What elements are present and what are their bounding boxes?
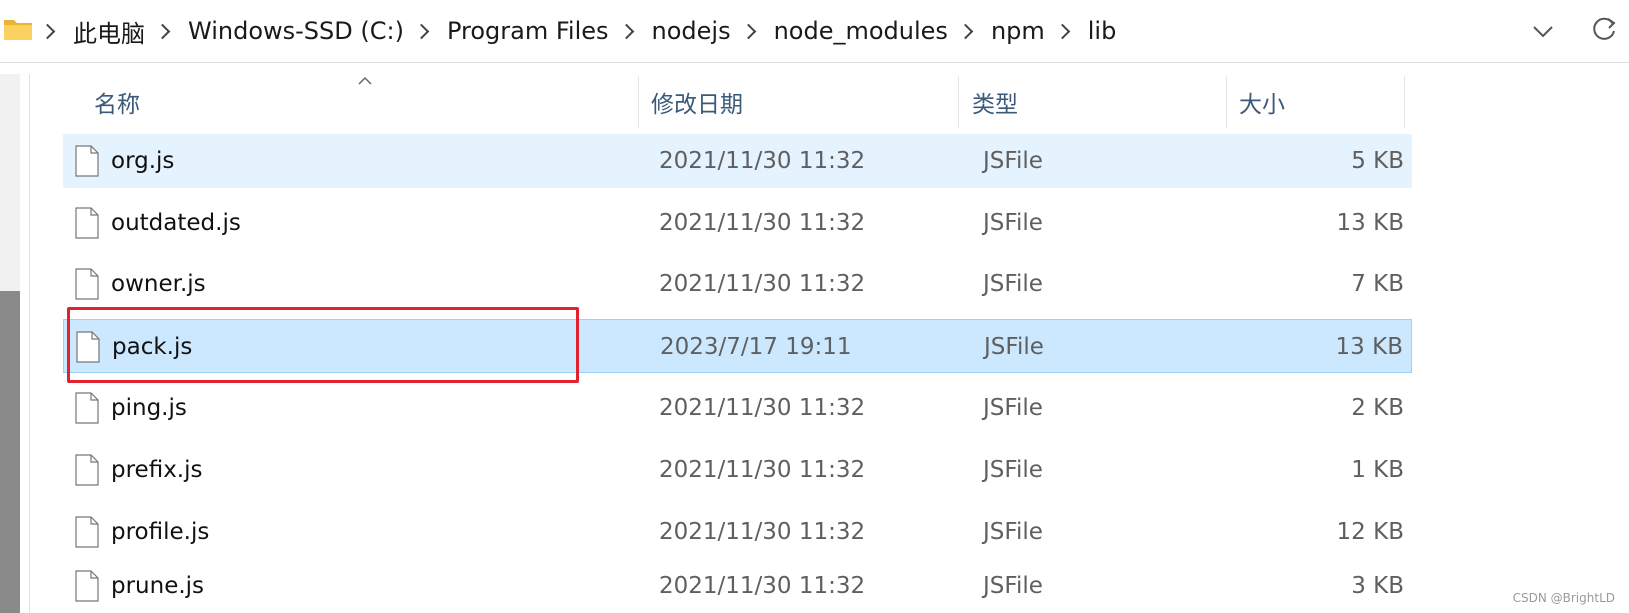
file-date: 2021/11/30 11:32 xyxy=(659,210,866,236)
file-icon xyxy=(75,454,99,486)
file-row-prune-js[interactable]: prune.js 2021/11/30 11:32 JSFile 3 KB xyxy=(63,559,1412,613)
breadcrumb-node-modules[interactable]: node_modules xyxy=(774,17,948,45)
file-row-outdated-js[interactable]: outdated.js 2021/11/30 11:32 JSFile 13 K… xyxy=(63,196,1412,250)
chevron-right-icon[interactable] xyxy=(618,23,634,39)
file-name: owner.js xyxy=(111,271,206,297)
column-resize-handle[interactable] xyxy=(1226,76,1227,128)
file-name: profile.js xyxy=(111,519,210,545)
file-type: JSFile xyxy=(983,148,1043,174)
column-header-size[interactable]: 大小 xyxy=(1239,76,1399,128)
chevron-right-icon[interactable] xyxy=(1054,23,1071,39)
file-date: 2021/11/30 11:32 xyxy=(659,573,866,599)
breadcrumb-lib[interactable]: lib xyxy=(1088,17,1117,45)
column-resize-handle[interactable] xyxy=(638,76,639,128)
annotation-highlight-box xyxy=(67,307,579,383)
file-name: prefix.js xyxy=(111,457,203,483)
column-header-date-label: 修改日期 xyxy=(651,92,743,118)
file-size: 13 KB xyxy=(1336,210,1404,236)
file-date: 2021/11/30 11:32 xyxy=(659,519,866,545)
breadcrumb-npm[interactable]: npm xyxy=(991,17,1045,45)
column-header-type-label: 类型 xyxy=(972,92,1018,118)
breadcrumb-this-pc[interactable]: 此电脑 xyxy=(73,14,145,49)
file-date: 2021/11/30 11:32 xyxy=(659,271,866,297)
file-icon xyxy=(75,268,99,300)
file-date: 2023/7/17 19:11 xyxy=(660,334,852,360)
file-name: outdated.js xyxy=(111,210,241,236)
file-icon xyxy=(75,207,99,239)
file-name: ping.js xyxy=(111,395,187,421)
file-icon xyxy=(75,145,99,177)
file-date: 2021/11/30 11:32 xyxy=(659,395,866,421)
file-size: 3 KB xyxy=(1351,573,1404,599)
file-size: 2 KB xyxy=(1351,395,1404,421)
chevron-down-icon[interactable] xyxy=(1530,18,1556,44)
file-type: JSFile xyxy=(983,210,1043,236)
breadcrumb-program-files[interactable]: Program Files xyxy=(447,17,609,45)
file-date: 2021/11/30 11:32 xyxy=(659,148,866,174)
file-size: 12 KB xyxy=(1336,519,1404,545)
chevron-right-icon[interactable] xyxy=(957,23,974,39)
file-row-ping-js[interactable]: ping.js 2021/11/30 11:32 JSFile 2 KB xyxy=(63,381,1412,435)
nav-scrollbar-thumb[interactable] xyxy=(0,291,20,613)
watermark: CSDN @BrightLD xyxy=(1512,591,1615,605)
breadcrumb: 此电脑 Windows-SSD (C:) Program Files nodej… xyxy=(0,0,1116,62)
file-type: JSFile xyxy=(984,334,1044,360)
column-header-name[interactable]: 名称 xyxy=(94,76,634,128)
chevron-right-icon[interactable] xyxy=(413,23,430,39)
file-date: 2021/11/30 11:32 xyxy=(659,457,866,483)
file-row-profile-js[interactable]: profile.js 2021/11/30 11:32 JSFile 12 KB xyxy=(63,505,1412,559)
file-name: org.js xyxy=(111,148,175,174)
file-type: JSFile xyxy=(983,573,1043,599)
column-resize-handle[interactable] xyxy=(958,76,959,128)
file-icon xyxy=(75,516,99,548)
breadcrumb-drive-c[interactable]: Windows-SSD (C:) xyxy=(188,17,404,45)
file-type: JSFile xyxy=(983,395,1043,421)
file-type: JSFile xyxy=(983,519,1043,545)
file-row-org-js[interactable]: org.js 2021/11/30 11:32 JSFile 5 KB xyxy=(63,134,1412,188)
column-resize-handle[interactable] xyxy=(1404,76,1405,128)
file-row-prefix-js[interactable]: prefix.js 2021/11/30 11:32 JSFile 1 KB xyxy=(63,443,1412,497)
file-size: 13 KB xyxy=(1335,334,1403,360)
chevron-right-icon[interactable] xyxy=(740,23,756,39)
file-size: 7 KB xyxy=(1351,271,1404,297)
chevron-right-icon[interactable] xyxy=(154,23,171,39)
file-name: prune.js xyxy=(111,573,205,599)
chevron-right-icon[interactable] xyxy=(39,23,56,39)
file-type: JSFile xyxy=(983,271,1043,297)
file-size: 1 KB xyxy=(1351,457,1404,483)
column-header-date[interactable]: 修改日期 xyxy=(651,76,951,128)
address-bar[interactable]: 此电脑 Windows-SSD (C:) Program Files nodej… xyxy=(0,0,1629,63)
breadcrumb-nodejs[interactable]: nodejs xyxy=(652,17,731,45)
refresh-icon[interactable] xyxy=(1589,14,1619,44)
column-header-size-label: 大小 xyxy=(1239,92,1285,118)
pane-divider[interactable] xyxy=(29,74,30,613)
file-icon xyxy=(75,570,99,602)
file-size: 5 KB xyxy=(1351,148,1404,174)
file-row-owner-js[interactable]: owner.js 2021/11/30 11:32 JSFile 7 KB xyxy=(63,257,1412,311)
column-header-type[interactable]: 类型 xyxy=(972,76,1222,128)
column-header-name-label: 名称 xyxy=(94,92,140,118)
file-icon xyxy=(75,392,99,424)
file-type: JSFile xyxy=(983,457,1043,483)
